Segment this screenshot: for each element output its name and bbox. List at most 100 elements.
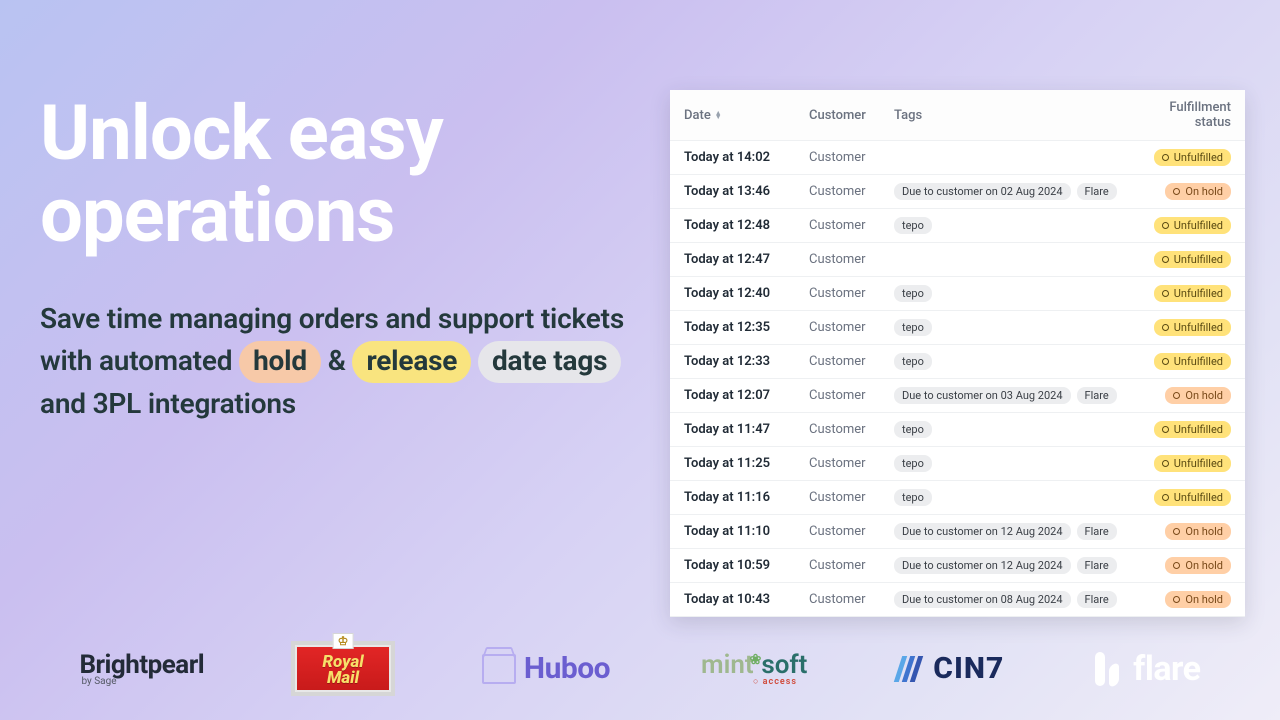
cell-date: Today at 10:59 xyxy=(684,558,809,573)
col-customer[interactable]: Customer xyxy=(809,108,894,123)
status-dot-icon xyxy=(1173,562,1180,569)
status-dot-icon xyxy=(1173,528,1180,535)
cell-customer: Customer xyxy=(809,592,894,607)
cell-status: Unfulfilled xyxy=(1141,353,1231,370)
table-row[interactable]: Today at 12:07CustomerDue to customer on… xyxy=(670,379,1245,413)
status-label: On hold xyxy=(1185,525,1223,538)
cell-status: On hold xyxy=(1141,523,1231,540)
cell-customer: Customer xyxy=(809,184,894,199)
cell-customer: Customer xyxy=(809,456,894,471)
col-tags-label: Tags xyxy=(894,108,922,123)
table-row[interactable]: Today at 10:43CustomerDue to customer on… xyxy=(670,583,1245,617)
cell-tags: tepo xyxy=(894,319,1141,336)
table-row[interactable]: Today at 10:59CustomerDue to customer on… xyxy=(670,549,1245,583)
status-label: Unfulfilled xyxy=(1174,321,1223,334)
cell-tags: tepo xyxy=(894,489,1141,506)
tag: Due to customer on 03 Aug 2024 xyxy=(894,387,1071,404)
logo-mintsoft: mint❀soft ○ access xyxy=(701,650,807,687)
status-badge: Unfulfilled xyxy=(1154,251,1231,268)
sub-amp: & xyxy=(328,344,353,377)
table-row[interactable]: Today at 12:33CustomertepoUnfulfilled xyxy=(670,345,1245,379)
table-row[interactable]: Today at 12:35CustomertepoUnfulfilled xyxy=(670,311,1245,345)
status-dot-icon xyxy=(1162,290,1169,297)
royalmail-l2: Mail xyxy=(327,668,359,688)
status-dot-icon xyxy=(1162,494,1169,501)
cell-date: Today at 12:07 xyxy=(684,388,809,403)
cell-tags: tepo xyxy=(894,455,1141,472)
cell-status: Unfulfilled xyxy=(1141,149,1231,166)
cell-status: On hold xyxy=(1141,387,1231,404)
sort-icon: ▲▼ xyxy=(715,111,722,119)
cell-customer: Customer xyxy=(809,218,894,233)
cell-status: On hold xyxy=(1141,591,1231,608)
tag: Flare xyxy=(1077,183,1117,200)
table-row[interactable]: Today at 11:25Customertepo Unfulfilled xyxy=(670,447,1245,481)
cell-tags: Due to customer on 12 Aug 2024Flare xyxy=(894,523,1141,540)
table-body: Today at 14:02CustomerUnfulfilledToday a… xyxy=(670,141,1245,617)
table-row[interactable]: Today at 11:10CustomerDue to customer on… xyxy=(670,515,1245,549)
tag: Due to customer on 12 Aug 2024 xyxy=(894,557,1071,574)
cell-customer: Customer xyxy=(809,524,894,539)
tag: tepo xyxy=(894,285,932,302)
col-status[interactable]: Fulfillment status xyxy=(1141,100,1231,130)
status-dot-icon xyxy=(1162,426,1169,433)
status-badge: Unfulfilled xyxy=(1154,217,1231,234)
tag: Due to customer on 12 Aug 2024 xyxy=(894,523,1071,540)
status-badge: On hold xyxy=(1165,591,1231,608)
cell-status: On hold xyxy=(1141,183,1231,200)
table-row[interactable]: Today at 14:02CustomerUnfulfilled xyxy=(670,141,1245,175)
stripes-icon xyxy=(894,656,923,682)
huboo-text: Huboo xyxy=(524,651,610,686)
crown-icon: ♔ xyxy=(333,633,354,649)
orders-table: Date ▲▼ Customer Tags Fulfillment status… xyxy=(670,90,1245,617)
cell-tags: Due to customer on 03 Aug 2024 Flare xyxy=(894,387,1141,404)
status-dot-icon xyxy=(1162,324,1169,331)
status-dot-icon xyxy=(1173,392,1180,399)
table-row[interactable]: Today at 11:16CustomertepoUnfulfilled xyxy=(670,481,1245,515)
mintsoft-mint: mint xyxy=(701,650,754,680)
status-dot-icon xyxy=(1173,188,1180,195)
table-row[interactable]: Today at 12:47CustomerUnfulfilled xyxy=(670,243,1245,277)
table-row[interactable]: Today at 13:46CustomerDue to customer on… xyxy=(670,175,1245,209)
cell-tags: tepo xyxy=(894,217,1141,234)
sub-text-b: and 3PL integrations xyxy=(40,387,296,420)
status-label: Unfulfilled xyxy=(1174,219,1223,232)
status-badge: On hold xyxy=(1165,557,1231,574)
status-dot-icon xyxy=(1162,460,1169,467)
cell-date: Today at 10:43 xyxy=(684,592,809,607)
cell-customer: Customer xyxy=(809,320,894,335)
logo-huboo: Huboo xyxy=(482,651,610,686)
tag: tepo xyxy=(894,319,932,336)
table-row[interactable]: Today at 11:47CustomertepoUnfulfilled xyxy=(670,413,1245,447)
status-label: Unfulfilled xyxy=(1174,457,1223,470)
status-label: Unfulfilled xyxy=(1174,355,1223,368)
cell-customer: Customer xyxy=(809,286,894,301)
cell-date: Today at 12:48 xyxy=(684,218,809,233)
cell-customer: Customer xyxy=(809,558,894,573)
cell-customer: Customer xyxy=(809,252,894,267)
cell-customer: Customer xyxy=(809,422,894,437)
integration-logos: Brightpearl by Sage ♔ RoyalMail Huboo mi… xyxy=(0,645,1280,692)
cell-customer: Customer xyxy=(809,490,894,505)
table-header: Date ▲▼ Customer Tags Fulfillment status xyxy=(670,90,1245,141)
status-label: On hold xyxy=(1185,389,1223,402)
status-badge: On hold xyxy=(1165,183,1231,200)
table-row[interactable]: Today at 12:40CustomertepoUnfulfilled xyxy=(670,277,1245,311)
status-label: Unfulfilled xyxy=(1174,253,1223,266)
cell-date: Today at 11:25 xyxy=(684,456,809,471)
pill-date-tags: date tags xyxy=(478,341,621,383)
cell-customer: Customer xyxy=(809,354,894,369)
status-dot-icon xyxy=(1162,154,1169,161)
box-icon xyxy=(482,654,516,684)
status-label: Unfulfilled xyxy=(1174,151,1223,164)
cell-tags: tepo xyxy=(894,285,1141,302)
status-badge: On hold xyxy=(1165,387,1231,404)
flare-text: flare xyxy=(1133,649,1200,689)
table-row[interactable]: Today at 12:48Customertepo Unfulfilled xyxy=(670,209,1245,243)
headline-line2: operations xyxy=(40,170,394,260)
tag: Flare xyxy=(1077,387,1117,404)
col-tags[interactable]: Tags xyxy=(894,108,1141,123)
cell-tags: Due to customer on 08 Aug 2024Flare xyxy=(894,591,1141,608)
col-date[interactable]: Date ▲▼ xyxy=(684,108,809,123)
status-label: Unfulfilled xyxy=(1174,423,1223,436)
